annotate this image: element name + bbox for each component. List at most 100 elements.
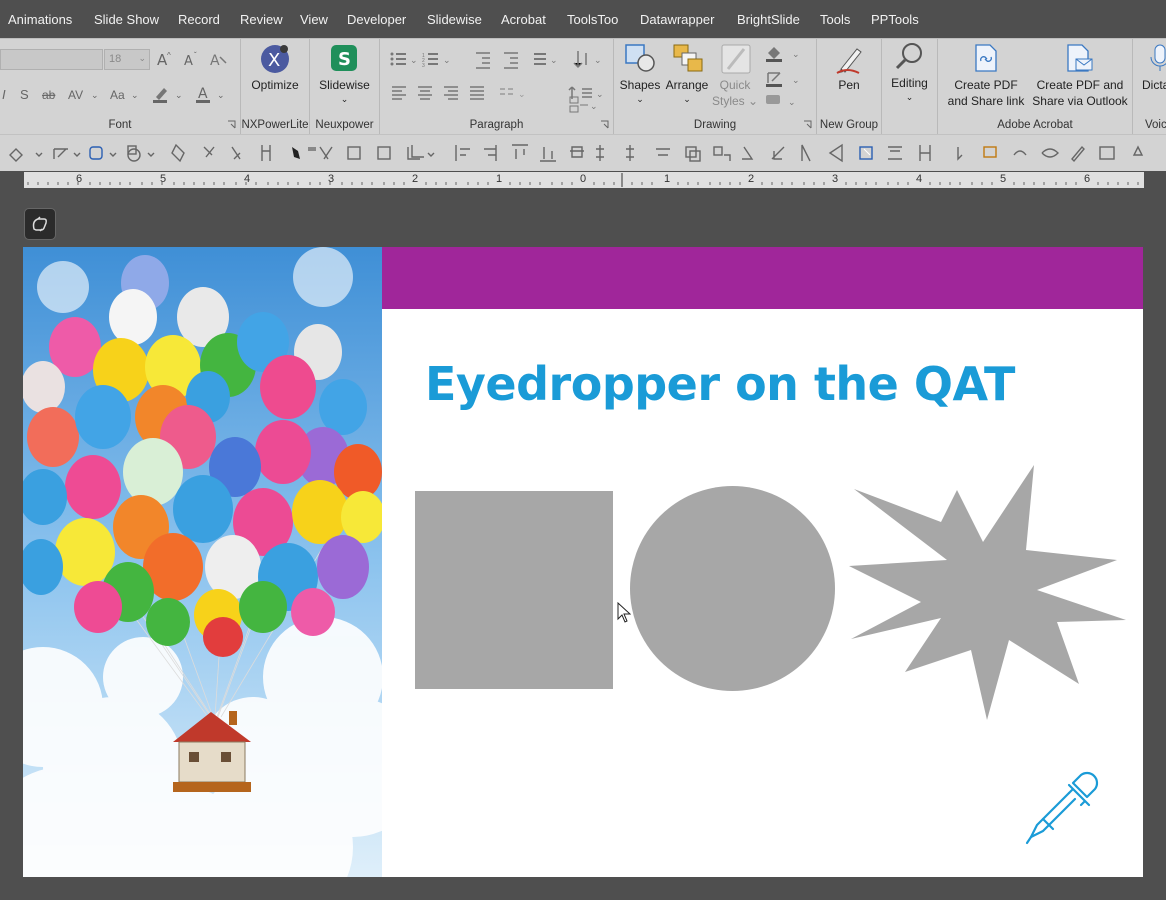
svg-text:⌄: ⌄ (518, 89, 526, 99)
font-size-value: 18 (109, 53, 122, 65)
arrange-icon[interactable] (672, 43, 704, 73)
shape-fill-outline-effects-icons[interactable]: ⌄ ⌄ ⌄ (764, 43, 808, 109)
svg-text:ab: ab (42, 88, 56, 102)
eyedropper-icon[interactable] (1023, 771, 1103, 851)
svg-text:⌄: ⌄ (131, 90, 139, 100)
mouse-cursor-icon (617, 602, 631, 623)
shapes-icon[interactable] (624, 43, 656, 73)
create-pdf-share-link-icon[interactable] (972, 43, 1000, 73)
editing-group: Editing ⌄ (882, 39, 938, 135)
smartart-icon[interactable]: ⌄ (568, 95, 598, 115)
ruler-label: 3 (832, 173, 839, 185)
quick-styles-label-line1[interactable]: Quick (712, 77, 758, 93)
svg-text:⌄: ⌄ (792, 49, 800, 59)
chevron-down-icon: ⌄ (905, 92, 914, 102)
ruler-label: 2 (412, 173, 419, 185)
nxpowerlite-group-label: NXPowerLite (241, 119, 309, 131)
svg-text:⌄: ⌄ (792, 75, 800, 85)
dialog-launcher-icon[interactable] (227, 120, 236, 129)
ruler-label: 0 (580, 173, 587, 185)
menu-acrobat[interactable]: Acrobat (501, 12, 546, 27)
quick-styles-label-line2[interactable]: Styles ⌄ (712, 93, 758, 109)
menu-tools[interactable]: Tools (820, 12, 850, 27)
microphone-icon[interactable] (1149, 43, 1166, 73)
quick-access-toolbar (0, 134, 1166, 171)
font-group: 18 ⌄ A ^ Aˇ A I S ab AV ⌄ Aa ⌄ ⌄ A ⌄ Font (0, 39, 241, 135)
chevron-down-icon: ⌄ (636, 94, 644, 104)
pen-icon[interactable] (835, 43, 865, 75)
nxpowerlite-group: X Optimize NXPowerLite (241, 39, 310, 135)
slidewise-icon[interactable]: S (330, 44, 358, 72)
svg-text:S: S (338, 49, 351, 70)
create-pdf-outlook-line1[interactable]: Create PDF and (1032, 77, 1128, 93)
svg-text:A: A (184, 54, 193, 69)
adobe-acrobat-group: Create PDF and Share link Create PDF and… (938, 39, 1133, 135)
pen-button[interactable]: Pen (817, 77, 881, 93)
create-pdf-outlook-icon[interactable] (1064, 43, 1094, 73)
menu-brightslide[interactable]: BrightSlide (737, 12, 800, 27)
ruler-label: 2 (748, 173, 755, 185)
svg-text:⌄: ⌄ (217, 90, 225, 100)
ribbon: 18 ⌄ A ^ Aˇ A I S ab AV ⌄ Aa ⌄ ⌄ A ⌄ Font X … (0, 38, 1166, 135)
balloon-house-image (23, 247, 382, 877)
svg-text:ˇ: ˇ (194, 51, 197, 60)
menu-developer[interactable]: Developer (347, 12, 406, 27)
dialog-launcher-icon[interactable] (803, 120, 812, 129)
slide-canvas[interactable]: Eyedropper on the QAT (23, 247, 1143, 877)
ruler-label: 5 (1000, 173, 1007, 185)
chevron-down-icon: ⌄ (138, 53, 146, 63)
svg-text:⌄: ⌄ (590, 101, 598, 111)
copilot-button[interactable] (24, 208, 56, 240)
drawing-group-label: Drawing (693, 119, 737, 131)
ruler-label: 1 (496, 173, 503, 185)
svg-text:I: I (2, 87, 6, 102)
list-indent-icons[interactable]: ⌄ 123 ⌄ ⌄ ⌄ (388, 49, 608, 69)
menu-review[interactable]: Review (240, 12, 283, 27)
menu-record[interactable]: Record (178, 12, 220, 27)
ruler-label: 6 (1084, 173, 1091, 185)
quick-styles-icon[interactable] (720, 43, 752, 75)
slide-title[interactable]: Eyedropper on the QAT (425, 357, 1015, 411)
ruler-label: 3 (328, 173, 335, 185)
svg-text:A: A (198, 86, 208, 102)
qat-icons[interactable] (0, 141, 1166, 165)
menu-toolstoo[interactable]: ToolsToo (567, 12, 618, 27)
neuxpower-group: S Slidewise ⌄ Neuxpower (310, 39, 380, 135)
create-pdf-outlook-line2[interactable]: Share via Outlook (1032, 93, 1128, 109)
svg-text:A: A (210, 53, 220, 69)
dictate-button[interactable]: Dicta (1142, 77, 1166, 93)
font-format-icons[interactable]: I S ab AV ⌄ Aa ⌄ ⌄ A ⌄ (0, 83, 240, 105)
menu-datawrapper[interactable]: Datawrapper (640, 12, 714, 27)
create-pdf-share-link-line2[interactable]: and Share link (942, 93, 1030, 109)
paragraph-group-label: Paragraph (469, 119, 524, 131)
horizontal-ruler: 6 5 4 3 2 1 0 1 2 3 4 5 6 (24, 172, 1144, 188)
optimize-icon[interactable]: X (259, 43, 291, 75)
voice-group-label: Voic (1145, 119, 1166, 131)
ruler-label: 1 (664, 173, 671, 185)
gray-circle-shape[interactable] (630, 486, 835, 691)
create-pdf-share-link-line1[interactable]: Create PDF (942, 77, 1030, 93)
svg-text:⌄: ⌄ (91, 90, 99, 100)
ruler-label: 5 (160, 173, 167, 185)
ruler-label: 6 (76, 173, 83, 185)
copilot-icon (32, 216, 47, 232)
drawing-group: Shapes ⌄ Arrange ⌄ Quick Styles ⌄ ⌄ ⌄ ⌄ … (614, 39, 817, 135)
menu-pptools[interactable]: PPTools (871, 12, 919, 27)
magnifier-icon[interactable] (894, 41, 926, 73)
font-name-box[interactable] (0, 49, 103, 70)
menu-slidewise[interactable]: Slidewise (427, 12, 482, 27)
svg-text:⌄: ⌄ (550, 55, 558, 65)
gray-starburst-shape[interactable] (849, 462, 1127, 722)
purple-header-band[interactable] (382, 247, 1143, 309)
menu-slide-show[interactable]: Slide Show (94, 12, 159, 27)
voice-group: Dicta Voic (1133, 39, 1166, 135)
optimize-button[interactable]: Optimize (241, 77, 309, 93)
menu-view[interactable]: View (300, 12, 328, 27)
font-size-grow-shrink-icons[interactable]: A ^ Aˇ A (154, 49, 234, 69)
svg-text:⌄: ⌄ (594, 55, 602, 65)
dialog-launcher-icon[interactable] (600, 120, 609, 129)
menu-animations[interactable]: Animations (8, 12, 72, 27)
balloons-photo[interactable] (23, 247, 382, 877)
gray-square-shape[interactable] (415, 491, 613, 689)
font-size-box[interactable]: 18 ⌄ (104, 49, 150, 70)
